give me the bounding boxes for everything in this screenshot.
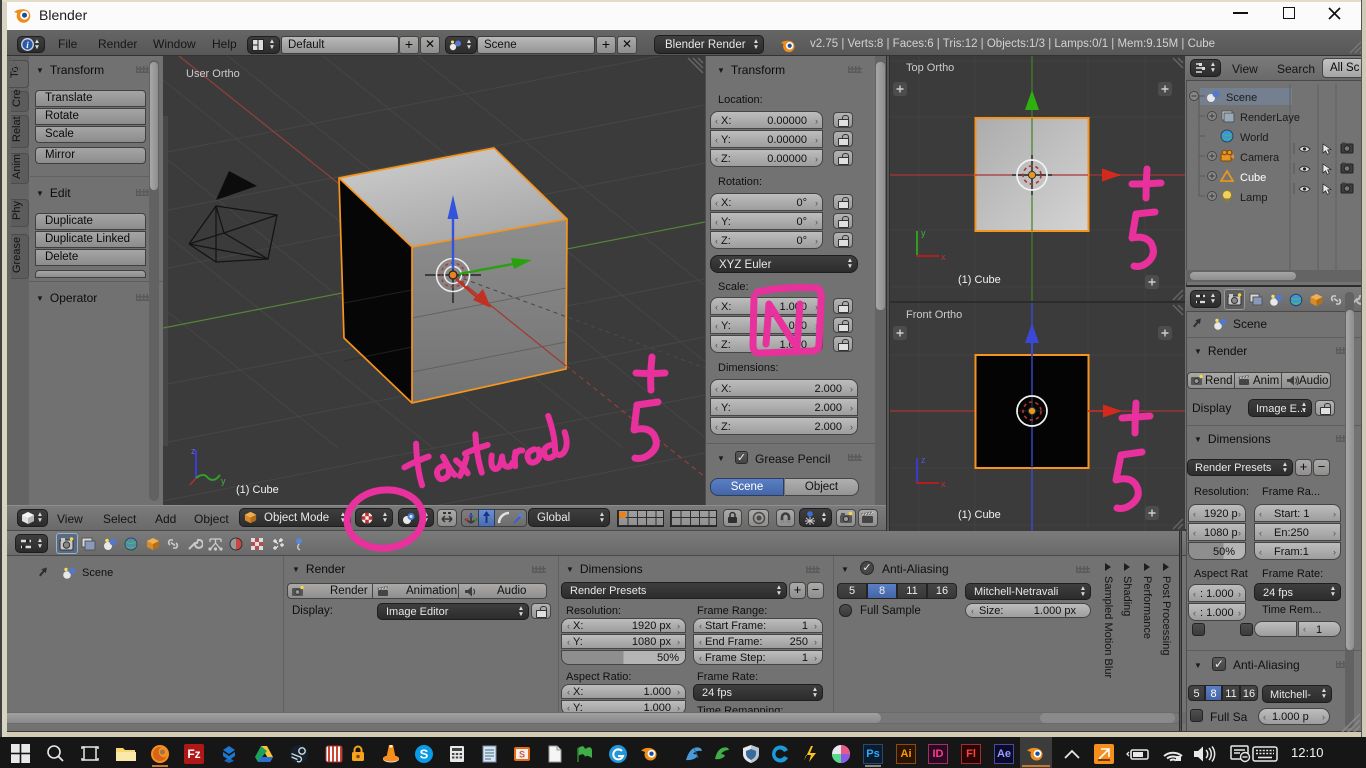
svg-text:z: z: [921, 455, 926, 465]
svg-text:Top Ortho: Top Ortho: [906, 62, 954, 74]
svg-text:User Ortho: User Ortho: [186, 68, 240, 80]
svg-text:(1) Cube: (1) Cube: [236, 484, 279, 496]
svg-text:z: z: [191, 446, 196, 456]
svg-text:x: x: [941, 252, 946, 262]
svg-text:y: y: [921, 228, 926, 238]
svg-text:x: x: [941, 479, 946, 489]
svg-text:S: S: [420, 747, 429, 762]
svg-text:(1) Cube: (1) Cube: [958, 274, 1001, 286]
svg-text:Front Ortho: Front Ortho: [906, 309, 962, 321]
svg-text:(1) Cube: (1) Cube: [958, 509, 1001, 521]
svg-text:y: y: [221, 476, 226, 486]
svg-text:S: S: [519, 750, 525, 760]
